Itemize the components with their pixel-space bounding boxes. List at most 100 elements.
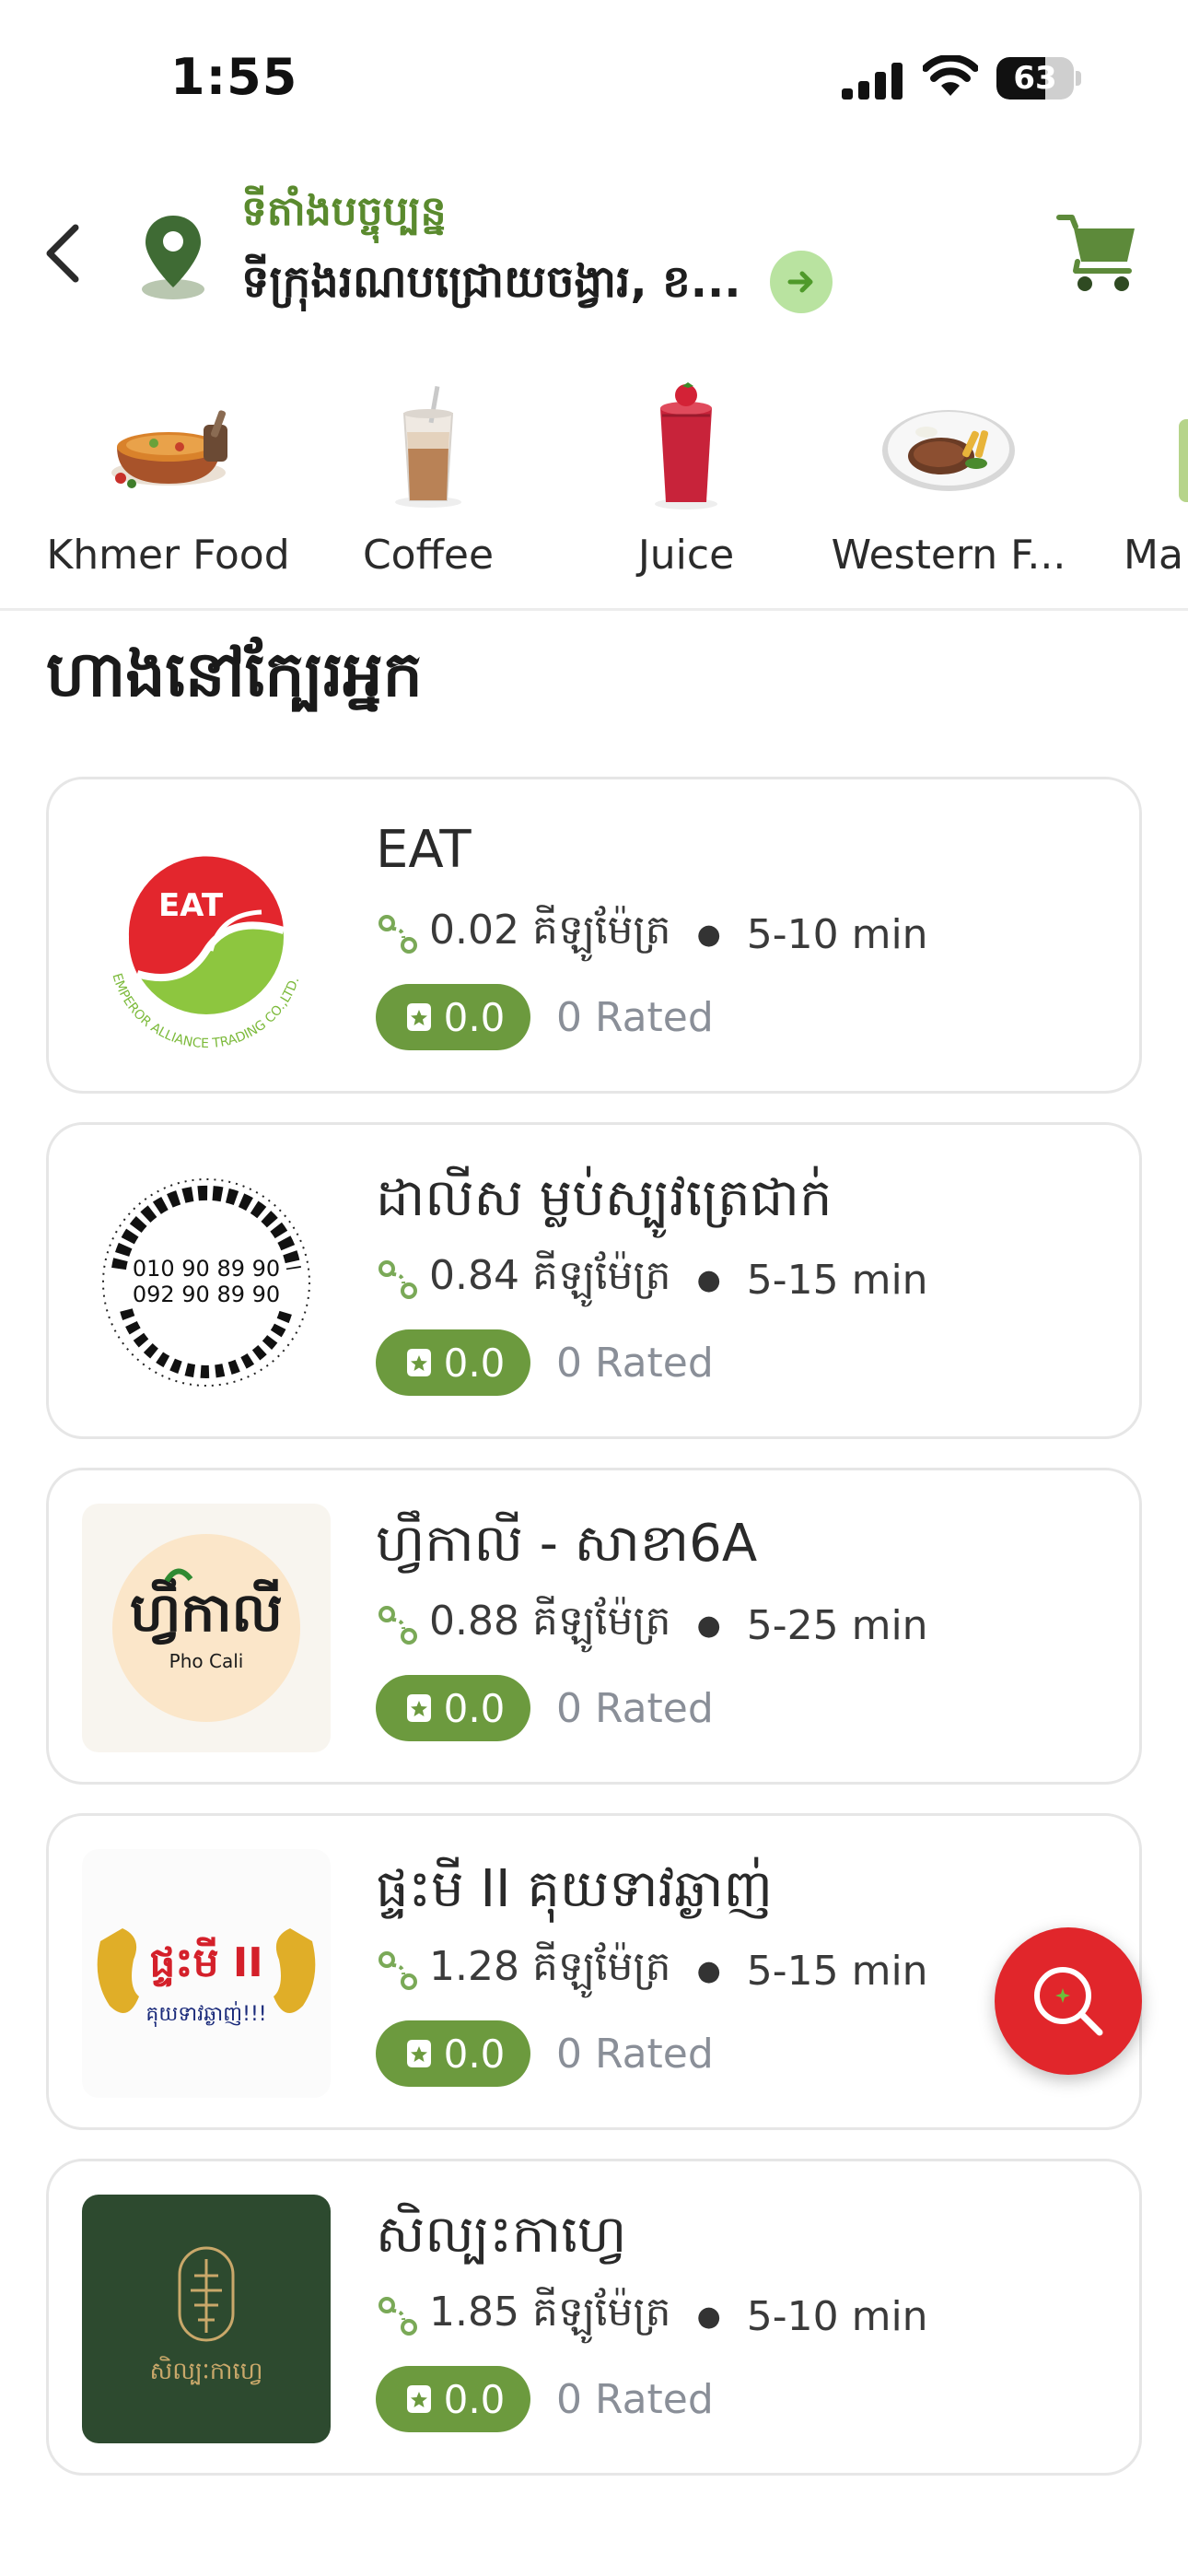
location-header: ទីតាំងបច្ចុប្បន្ន ទីក្រុងរណបជ្រោយចង្វារ,… [0, 166, 1188, 350]
store-name: សិល្បះកាហ្វេ [376, 2205, 627, 2265]
stamp-logo: 010 90 89 90 092 90 89 90 [82, 1158, 331, 1407]
separator-dot: ● [696, 1954, 721, 1987]
category-khmer-food[interactable]: Khmer Food [28, 373, 309, 603]
store-card[interactable]: 010 90 89 90 092 90 89 90 ដាលីស ម្លប់ស្ប… [46, 1122, 1142, 1439]
status-bar: 1:55 63 [0, 0, 1188, 138]
svg-text:092 90 89 90: 092 90 89 90 [133, 1282, 280, 1307]
store-card[interactable]: សិល្បៈកាហ្វេ សិល្បះកាហ្វេ 1.85 គីឡូម៉ែត្… [46, 2159, 1142, 2476]
divider [0, 608, 1188, 611]
juice-icon [655, 382, 717, 509]
svg-text:010 90 89 90: 010 90 89 90 [133, 1256, 280, 1282]
store-name: ហ្វឹកាលី - សាខា6A [376, 1514, 758, 1574]
rating-row: 0.0 0 Rated [376, 2020, 714, 2087]
rated-count: 0 Rated [556, 1339, 714, 1387]
category-juice[interactable]: Juice [599, 373, 774, 603]
rating-value: 0.0 [443, 2031, 506, 2077]
rated-count: 0 Rated [556, 1684, 714, 1732]
rating-row: 0.0 0 Rated [376, 984, 714, 1050]
rating-row: 0.0 0 Rated [376, 2366, 714, 2432]
distance-icon [379, 1606, 417, 1645]
battery-indicator: 63 [996, 57, 1081, 100]
category-list: Khmer Food Coffee Juice Western F... Ma [0, 373, 1188, 603]
category-label: Khmer Food [46, 532, 290, 579]
dragon-logo: ផ្ទះមី II គុយទាវឆ្ងាញ់!!! [82, 1849, 331, 2098]
category-label: Juice [637, 532, 735, 579]
section-title: ហាងនៅក្បែរអ្នក [46, 638, 423, 711]
rating-row: 0.0 0 Rated [376, 1675, 714, 1741]
store-meta: 0.88 គីឡូម៉ែត្រ ● 5-25 min [376, 1598, 928, 1653]
separator-dot: ● [696, 1609, 721, 1642]
silpak-coffee-logo: សិល្បៈកាហ្វេ [82, 2195, 331, 2443]
pho-cali-logo: ហ្វឹកាលី Pho Cali [82, 1504, 331, 1752]
store-meta: 0.02 គីឡូម៉ែត្រ ● 5-10 min [376, 907, 928, 962]
rating-value: 0.0 [443, 1340, 506, 1386]
rating-badge: 0.0 [376, 1329, 530, 1396]
distance-icon [379, 915, 417, 954]
rating-icon [406, 1003, 431, 1031]
store-card[interactable]: ផ្ទះមី II គុយទាវឆ្ងាញ់!!! ផ្ទះមី II គុយទ… [46, 1813, 1142, 2130]
svg-text:Pho Cali: Pho Cali [169, 1650, 244, 1672]
store-card[interactable]: EAT EMPEROR ALLIANCE TRADING CO.,LTD. EA… [46, 777, 1142, 1094]
svg-text:ហ្វឹកាលី: ហ្វឹកាលី [130, 1577, 283, 1645]
svg-text:ផ្ទះមី II: ផ្ទះមី II [149, 1937, 262, 1987]
rating-row: 0.0 0 Rated [376, 1329, 714, 1396]
back-button[interactable] [26, 212, 99, 295]
search-button[interactable] [995, 1927, 1142, 2075]
battery-percent: 63 [1013, 60, 1057, 97]
cart-icon[interactable] [1054, 206, 1142, 295]
rating-value: 0.0 [443, 2376, 506, 2422]
store-name: EAT [376, 820, 472, 880]
svg-text:សិល្បៈកាហ្វេ: សិល្បៈកាហ្វេ [150, 2356, 263, 2385]
rating-badge: 0.0 [376, 1675, 530, 1741]
status-time: 1:55 [170, 48, 298, 106]
svg-text:EAT: EAT [158, 887, 224, 924]
location-label: ទីតាំងបច្ចុប្បន្ន [241, 188, 447, 235]
distance-icon [379, 1260, 417, 1299]
rating-badge: 0.0 [376, 984, 530, 1050]
rating-value: 0.0 [443, 1685, 506, 1731]
khmer-food-icon [111, 410, 227, 488]
category-coffee[interactable]: Coffee [341, 373, 516, 603]
store-distance: 0.84 គីឡូម៉ែត្រ [429, 1252, 671, 1299]
rating-icon [406, 2040, 431, 2067]
arrow-right-icon [787, 271, 813, 293]
more-category-icon [1179, 419, 1188, 502]
separator-dot: ● [696, 1263, 721, 1296]
store-distance: 0.02 គីឡូម៉ែត្រ [429, 907, 671, 954]
rating-badge: 0.0 [376, 2366, 530, 2432]
rating-icon [406, 1349, 431, 1376]
separator-dot: ● [696, 918, 721, 951]
change-location-button[interactable] [770, 251, 833, 313]
distance-icon [379, 1951, 417, 1990]
rated-count: 0 Rated [556, 993, 714, 1041]
search-icon [1034, 1967, 1103, 2036]
eat-logo: EAT EMPEROR ALLIANCE TRADING CO.,LTD. [82, 813, 331, 1061]
wifi-icon [923, 55, 978, 96]
rating-icon [406, 2385, 431, 2413]
store-time: 5-15 min [746, 1947, 928, 1995]
category-label: Coffee [362, 532, 495, 579]
separator-dot: ● [696, 2300, 721, 2333]
store-meta: 0.84 គីឡូម៉ែត្រ ● 5-15 min [376, 1252, 928, 1307]
store-name: ផ្ទះមី II គុយទាវឆ្ងាញ់ [376, 1859, 773, 1919]
store-time: 5-10 min [746, 910, 928, 958]
rated-count: 0 Rated [556, 2375, 714, 2423]
store-meta: 1.85 គីឡូម៉ែត្រ ● 5-10 min [376, 2289, 928, 2344]
category-western-food[interactable]: Western F... [810, 373, 1087, 603]
store-distance: 1.28 គីឡូម៉ែត្រ [429, 1943, 671, 1990]
back-icon [46, 224, 79, 283]
store-name: ដាលីស ម្លប់ស្បូវត្រេជាក់ [376, 1168, 833, 1228]
category-label: Ma [1124, 532, 1183, 579]
location-pin-icon [142, 216, 204, 299]
western-food-icon [882, 410, 1015, 491]
cellular-signal-icon [842, 63, 903, 100]
rated-count: 0 Rated [556, 2030, 714, 2078]
store-card[interactable]: ហ្វឹកាលី Pho Cali ហ្វឹកាលី - សាខា6A 0.88… [46, 1468, 1142, 1785]
store-distance: 0.88 គីឡូម៉ែត្រ [429, 1598, 671, 1645]
category-more[interactable]: Ma [1124, 373, 1188, 603]
store-distance: 1.85 គីឡូម៉ែត្រ [429, 2289, 671, 2336]
rating-icon [406, 1694, 431, 1722]
category-label: Western F... [831, 532, 1066, 579]
location-address[interactable]: ទីក្រុងរណបជ្រោយចង្វារ, ខ... [241, 254, 740, 319]
coffee-icon [395, 385, 461, 508]
